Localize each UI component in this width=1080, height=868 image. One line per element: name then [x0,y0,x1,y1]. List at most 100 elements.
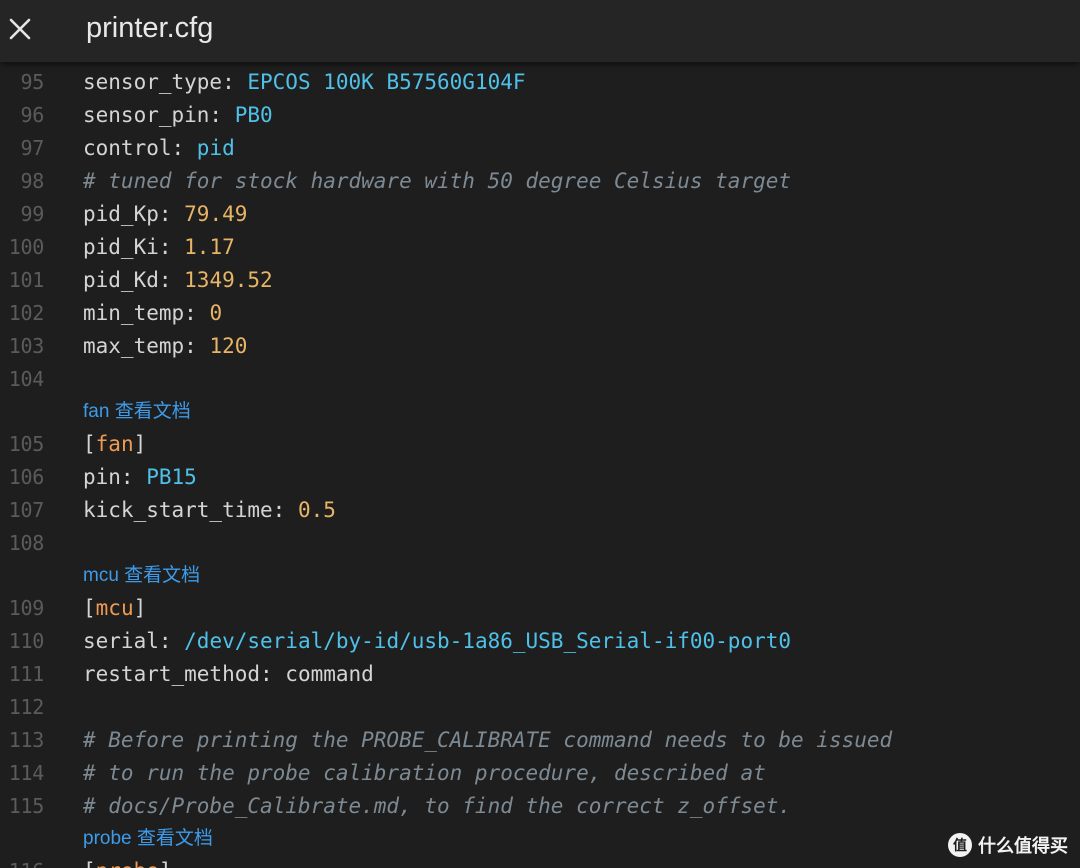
code-comment: # Before printing the PROBE_CALIBRATE co… [83,728,893,752]
code-line[interactable]: 102 min_temp: 0 [0,297,1080,330]
code-text: [fan] [83,428,146,461]
line-number: 102 [8,301,45,325]
line-number: 115 [8,794,45,818]
code-line[interactable]: 105 [fan] [0,428,1080,461]
code-line[interactable]: 115 # docs/Probe_Calibrate.md, to find th… [0,790,1080,823]
code-line[interactable]: 107 kick_start_time: 0.5 [0,494,1080,527]
line-number: 103 [8,334,45,358]
config-value: PB15 [146,465,197,489]
config-key: sensor_type: [83,70,248,94]
config-key: kick_start_time: [83,498,298,522]
line-number: 110 [8,629,45,653]
code-line[interactable]: 101 pid_Kd: 1349.52 [0,264,1080,297]
code-text: # Before printing the PROBE_CALIBRATE co… [83,724,892,757]
watermark: 值 什么值得买 [948,832,1068,858]
line-number: 101 [8,268,45,292]
code-line[interactable]: 108 [0,527,1080,560]
close-button[interactable] [0,6,40,52]
line-number: 116 [0,855,45,868]
view-docs-link[interactable]: probe 查看文档 [83,823,213,855]
config-number: 1.17 [184,235,235,259]
code-line[interactable]: 100 pid_Ki: 1.17 [0,231,1080,264]
code-line[interactable]: 116 [probe] [0,855,1080,868]
code-text: kick_start_time: 0.5 [83,494,336,527]
code-text: restart_method: command [83,658,374,691]
file-title: printer.cfg [86,12,214,44]
section-bracket: [ [83,432,96,456]
config-key: sensor_pin: [83,103,235,127]
code-line[interactable]: 106 pin: PB15 [0,461,1080,494]
config-key: max_temp: [83,334,210,358]
code-line[interactable]: 99 pid_Kp: 79.49 [0,198,1080,231]
config-key: command [285,662,374,686]
code-line[interactable]: 104 [0,363,1080,396]
view-docs-link[interactable]: mcu 查看文档 [83,560,200,592]
code-text: sensor_type: EPCOS 100K B57560G104F [83,66,526,99]
line-number: 106 [8,465,45,489]
config-key: min_temp: [83,301,210,325]
code-line[interactable]: 114 # to run the probe calibration proced… [0,757,1080,790]
code-editor[interactable]: 95 sensor_type: EPCOS 100K B57560G104F 96 s… [0,66,1080,868]
editor-window: printer.cfg 95 sensor_type: EPCOS 100K B5… [0,0,1080,868]
doc-link-row: probe 查看文档 [0,823,1080,855]
line-number: 104 [8,367,45,391]
line-number: 112 [8,695,45,719]
config-number: 0.5 [297,498,336,522]
code-text: control: pid [83,132,235,165]
config-number: 1349.52 [184,268,273,292]
section-bracket: [ [83,859,96,868]
line-number: 111 [8,662,45,686]
section-bracket: ] [159,859,172,868]
code-text: # docs/Probe_Calibrate.md, to find the c… [83,790,791,823]
line-number: 95 [20,70,45,94]
watermark-logo-badge: 值 [948,833,972,857]
code-text: [mcu] [83,592,146,625]
config-value: PB0 [234,103,273,127]
code-text: # tuned for stock hardware with 50 degre… [83,165,791,198]
config-key: pin: [83,465,147,489]
section-name: probe [96,859,159,868]
code-line[interactable]: 97 control: pid [0,132,1080,165]
watermark-text: 什么值得买 [978,836,1068,857]
code-line[interactable]: 109 [mcu] [0,592,1080,625]
config-value: pid [196,136,235,160]
line-number: 99 [20,202,45,226]
config-key: pid_Kd: [83,268,185,292]
code-comment: # docs/Probe_Calibrate.md, to find the c… [83,794,792,818]
line-number: 109 [8,596,45,620]
code-line[interactable]: 96 sensor_pin: PB0 [0,99,1080,132]
code-comment: # tuned for stock hardware with 50 degre… [83,169,792,193]
code-line[interactable]: 113 # Before printing the PROBE_CALIBRATE… [0,724,1080,757]
doc-link-row: mcu 查看文档 [0,560,1080,592]
code-line[interactable]: 111 restart_method: command [0,658,1080,691]
config-key: restart_method: [83,662,286,686]
code-text: # to run the probe calibration procedure… [83,757,766,790]
code-line[interactable]: 110 serial: /dev/serial/by-id/usb-1a86_US… [0,625,1080,658]
section-bracket: ] [133,432,147,456]
code-line[interactable]: 103 max_temp: 120 [0,330,1080,363]
config-number: 79.49 [184,202,248,226]
code-line[interactable]: 112 [0,691,1080,724]
code-text: pid_Kp: 79.49 [83,198,247,231]
line-number: 108 [8,531,45,555]
config-value: EPCOS 100K B57560G104F [247,70,526,94]
config-key: control: [83,136,197,160]
config-key: serial: [83,629,185,653]
line-number: 98 [20,169,45,193]
config-number: 120 [209,334,248,358]
title-bar: printer.cfg [0,0,1080,62]
code-text: pid_Kd: 1349.52 [83,264,273,297]
view-docs-link[interactable]: fan 查看文档 [83,396,191,428]
code-line[interactable]: 95 sensor_type: EPCOS 100K B57560G104F [0,66,1080,99]
line-number: 96 [20,103,45,127]
code-text: serial: /dev/serial/by-id/usb-1a86_USB_S… [83,625,791,658]
line-number: 105 [8,432,45,456]
close-icon[interactable] [9,18,31,40]
section-name: fan [95,432,134,456]
code-text: pid_Ki: 1.17 [83,231,235,264]
line-number: 114 [8,761,45,785]
config-value: /dev/serial/by-id/usb-1a86_USB_Serial-if… [184,629,792,653]
code-text: sensor_pin: PB0 [83,99,273,132]
code-text: max_temp: 120 [83,330,247,363]
code-line[interactable]: 98 # tuned for stock hardware with 50 deg… [0,165,1080,198]
